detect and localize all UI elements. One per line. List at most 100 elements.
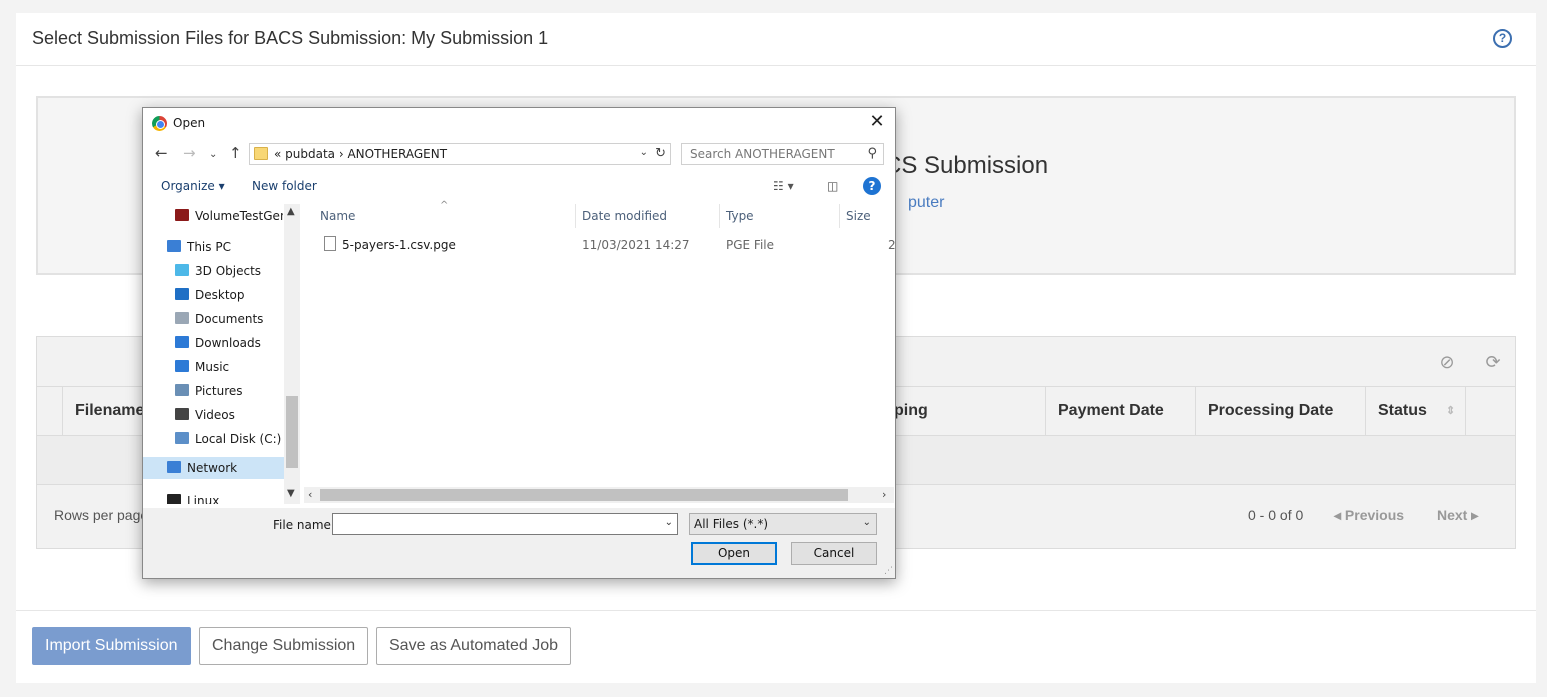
chevron-down-icon[interactable]: ⌄ bbox=[665, 517, 673, 528]
nav-item-videos[interactable]: Videos bbox=[175, 404, 283, 426]
file-row-size[interactable]: 2 bbox=[888, 234, 896, 256]
pictures-icon bbox=[175, 384, 189, 396]
navigation-scrollbar[interactable]: ▲ ▼ bbox=[284, 204, 300, 504]
previous-label: Previous bbox=[1344, 507, 1405, 523]
document-icon bbox=[175, 312, 189, 324]
chrome-icon bbox=[152, 116, 167, 131]
scroll-right-icon[interactable]: › bbox=[882, 488, 886, 501]
dialog-command-bar: Organize ▾ New folder ☷ ▾ ◫ ? bbox=[143, 170, 895, 202]
next-button[interactable]: Next ▸ bbox=[1437, 507, 1478, 524]
nav-item-documents[interactable]: Documents bbox=[175, 308, 283, 330]
computer-icon bbox=[167, 240, 181, 252]
column-mapping[interactable]: ping bbox=[882, 387, 1045, 436]
nav-item-volumetestgene[interactable]: VolumeTestGene bbox=[175, 205, 283, 227]
file-list-pane: ^ Name Date modified Type Size 5-payers-… bbox=[304, 200, 896, 504]
cube-icon bbox=[175, 264, 189, 276]
dialog-bottom-bar: File name: ⌄ All Files (*.*) ⌄ Open Canc… bbox=[143, 508, 895, 578]
address-bar[interactable]: « pubdata › ANOTHERAGENT ⌄ ↻ bbox=[249, 143, 671, 165]
organize-button[interactable]: Organize ▾ bbox=[161, 179, 225, 193]
nav-item-local-disk[interactable]: Local Disk (C:) bbox=[175, 428, 283, 450]
nav-item-linux[interactable]: Linux bbox=[167, 490, 283, 504]
page-title: Select Submission Files for BACS Submiss… bbox=[32, 28, 549, 48]
search-icon: ⚲ bbox=[867, 146, 877, 161]
address-dropdown-icon[interactable]: ⌄ bbox=[640, 147, 648, 158]
preview-pane-icon[interactable]: ◫ bbox=[827, 179, 838, 193]
panel-header: Select Submission Files for BACS Submiss… bbox=[16, 13, 1536, 66]
column-size[interactable]: Size bbox=[840, 204, 894, 228]
cancel-button[interactable]: Cancel bbox=[791, 542, 877, 565]
video-icon bbox=[175, 408, 189, 420]
file-row-date[interactable]: 11/03/2021 14:27 bbox=[582, 234, 690, 256]
network-icon bbox=[167, 461, 181, 473]
scrollbar-thumb[interactable] bbox=[320, 489, 848, 501]
file-type-select[interactable]: All Files (*.*) ⌄ bbox=[689, 513, 877, 535]
chevron-left-icon: ◂ bbox=[1334, 507, 1345, 523]
folder-icon bbox=[254, 147, 268, 160]
file-row-type[interactable]: PGE File bbox=[726, 234, 774, 256]
nav-item-downloads[interactable]: Downloads bbox=[175, 332, 283, 354]
column-filename[interactable]: Filename bbox=[62, 387, 152, 436]
resize-grip-icon[interactable]: ⋰ bbox=[884, 566, 893, 576]
file-list-scrollbar[interactable]: ‹ › bbox=[304, 487, 894, 503]
dialog-title: Open bbox=[173, 116, 206, 130]
dialog-navbar: ← → ⌄ ↑ « pubdata › ANOTHERAGENT ⌄ ↻ Sea… bbox=[143, 138, 895, 170]
address-path: « pubdata › ANOTHERAGENT bbox=[274, 147, 448, 161]
file-icon bbox=[324, 236, 336, 251]
recent-chevron-icon[interactable]: ⌄ bbox=[209, 146, 217, 164]
forward-arrow-icon[interactable]: → bbox=[183, 144, 196, 162]
column-date-modified[interactable]: Date modified bbox=[576, 204, 720, 228]
open-button[interactable]: Open bbox=[691, 542, 777, 565]
import-submission-button[interactable]: Import Submission bbox=[32, 627, 191, 665]
linux-icon bbox=[167, 494, 181, 504]
nav-item-music[interactable]: Music bbox=[175, 356, 283, 378]
next-label: Next bbox=[1437, 507, 1468, 523]
dialog-titlebar[interactable]: Open ✕ bbox=[143, 108, 895, 138]
music-icon bbox=[175, 360, 189, 372]
desktop-icon bbox=[175, 288, 189, 300]
previous-button[interactable]: ◂ Previous bbox=[1334, 507, 1404, 524]
help-icon[interactable]: ? bbox=[1493, 29, 1512, 48]
nav-item-3d-objects[interactable]: 3D Objects bbox=[175, 260, 283, 282]
sort-icon: ⇕ bbox=[1446, 405, 1456, 417]
new-folder-button[interactable]: New folder bbox=[252, 179, 317, 193]
navigation-pane: VolumeTestGene This PC 3D Objects Deskto… bbox=[143, 204, 284, 504]
chevron-down-icon: ⌄ bbox=[862, 517, 871, 528]
close-icon[interactable]: ✕ bbox=[867, 112, 887, 132]
view-options-icon[interactable]: ☷ ▾ bbox=[773, 179, 794, 193]
file-type-value: All Files (*.*) bbox=[694, 517, 769, 531]
rows-per-page-label: Rows per page bbox=[54, 507, 149, 523]
nav-item-this-pc[interactable]: This PC bbox=[167, 236, 283, 258]
column-status-label: Status bbox=[1378, 402, 1427, 419]
open-file-dialog: Open ✕ ← → ⌄ ↑ « pubdata › ANOTHERAGENT … bbox=[142, 107, 896, 579]
help-icon[interactable]: ? bbox=[863, 177, 881, 195]
nav-item-desktop[interactable]: Desktop bbox=[175, 284, 283, 306]
nav-item-network[interactable]: Network bbox=[143, 457, 284, 479]
back-arrow-icon[interactable]: ← bbox=[155, 144, 168, 162]
clear-filter-icon[interactable]: ⊘ bbox=[1437, 352, 1457, 372]
search-placeholder: Search ANOTHERAGENT bbox=[690, 147, 835, 161]
scroll-up-icon[interactable]: ▲ bbox=[287, 206, 295, 217]
column-name[interactable]: Name bbox=[314, 204, 576, 228]
chevron-right-icon: ▸ bbox=[1467, 507, 1479, 523]
panel-footer: Import Submission Change Submission Save… bbox=[16, 610, 1536, 683]
disk-icon bbox=[175, 432, 189, 444]
refresh-icon[interactable]: ↻ bbox=[655, 146, 666, 161]
column-type[interactable]: Type bbox=[720, 204, 840, 228]
up-arrow-icon[interactable]: ↑ bbox=[229, 144, 242, 162]
file-name-input[interactable]: ⌄ bbox=[332, 513, 678, 535]
file-row-name[interactable]: 5-payers-1.csv.pge bbox=[342, 234, 456, 256]
scroll-left-icon[interactable]: ‹ bbox=[308, 488, 312, 501]
change-submission-button[interactable]: Change Submission bbox=[199, 627, 369, 665]
browse-computer-link[interactable]: puter bbox=[908, 194, 944, 212]
column-status[interactable]: Status ⇕ bbox=[1365, 387, 1465, 436]
column-actions bbox=[1465, 387, 1517, 436]
scroll-down-icon[interactable]: ▼ bbox=[287, 488, 295, 499]
search-input[interactable]: Search ANOTHERAGENT ⚲ bbox=[681, 143, 884, 165]
scrollbar-thumb[interactable] bbox=[286, 396, 298, 468]
nav-item-pictures[interactable]: Pictures bbox=[175, 380, 283, 402]
column-payment-date[interactable]: Payment Date bbox=[1045, 387, 1195, 436]
refresh-icon[interactable]: ⟳ bbox=[1483, 352, 1503, 372]
dropzone-title: CS Submission bbox=[884, 152, 1049, 179]
column-processing-date[interactable]: Processing Date bbox=[1195, 387, 1365, 436]
save-automated-job-button[interactable]: Save as Automated Job bbox=[376, 627, 571, 665]
